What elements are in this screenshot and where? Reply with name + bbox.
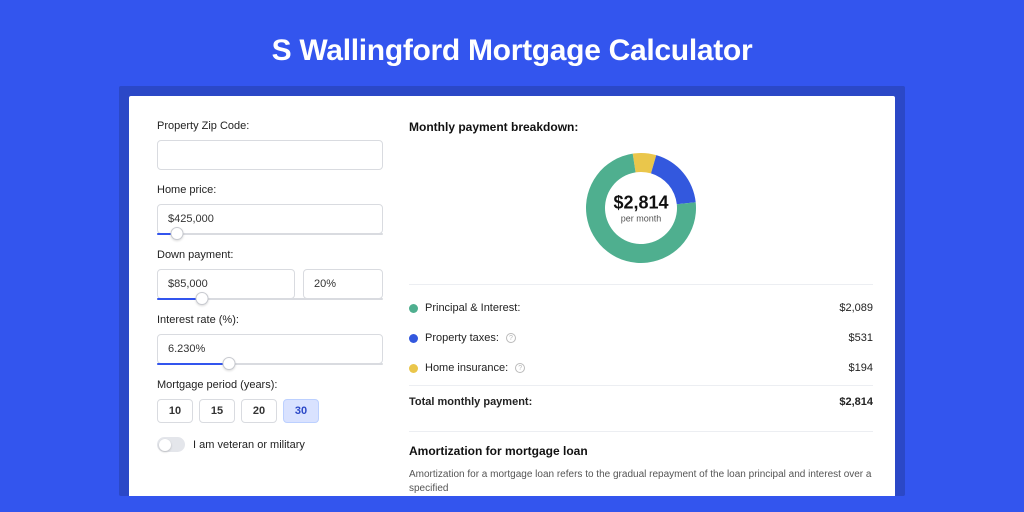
legend-dot (409, 304, 418, 313)
period-button-10[interactable]: 10 (157, 399, 193, 423)
period-row: 10152030 (157, 399, 383, 423)
info-icon[interactable]: ? (515, 363, 525, 373)
legend-row: Home insurance:? $194 (409, 353, 873, 383)
interest-slider-fill (157, 363, 229, 365)
interest-slider-thumb[interactable] (223, 357, 236, 370)
legend-total-label: Total monthly payment: (409, 396, 532, 408)
inputs-column: Property Zip Code: Home price: Down paym… (129, 106, 405, 496)
interest-slider[interactable] (157, 363, 383, 365)
page-title: S Wallingford Mortgage Calculator (0, 0, 1024, 86)
legend-label: Principal & Interest: (425, 302, 520, 314)
legend-label: Home insurance: (425, 362, 508, 374)
period-button-30[interactable]: 30 (283, 399, 319, 423)
down-payment-slider-thumb[interactable] (196, 292, 209, 305)
donut-chart: $2,814 per month (409, 148, 873, 268)
breakdown-column: Monthly payment breakdown: $2,814 per mo… (405, 106, 895, 496)
donut-amount: $2,814 (613, 193, 668, 214)
veteran-row: I am veteran or military (157, 437, 383, 452)
interest-input[interactable] (157, 334, 383, 364)
veteran-toggle[interactable] (157, 437, 185, 452)
amortization-title: Amortization for mortgage loan (409, 444, 873, 458)
amortization-section: Amortization for mortgage loan Amortizat… (409, 431, 873, 496)
card-outer: Property Zip Code: Home price: Down paym… (119, 86, 905, 496)
legend-dot (409, 364, 418, 373)
legend-value: $531 (849, 332, 873, 344)
down-payment-field: Down payment: (157, 249, 383, 300)
legend-value: $194 (849, 362, 873, 374)
period-button-15[interactable]: 15 (199, 399, 235, 423)
home-price-label: Home price: (157, 184, 383, 196)
legend-total-row: Total monthly payment: $2,814 (409, 385, 873, 417)
veteran-label: I am veteran or military (193, 439, 305, 451)
period-label: Mortgage period (years): (157, 379, 383, 391)
amortization-body: Amortization for a mortgage loan refers … (409, 468, 873, 496)
period-button-20[interactable]: 20 (241, 399, 277, 423)
breakdown-title: Monthly payment breakdown: (409, 120, 873, 134)
legend-dot (409, 334, 418, 343)
legend-total-value: $2,814 (839, 396, 873, 408)
calculator-card: Property Zip Code: Home price: Down paym… (129, 96, 895, 496)
legend-value: $2,089 (839, 302, 873, 314)
home-price-slider-thumb[interactable] (171, 227, 184, 240)
legend-label: Property taxes: (425, 332, 499, 344)
legend: Principal & Interest: $2,089 Property taxe… (409, 284, 873, 417)
zip-field: Property Zip Code: (157, 120, 383, 170)
legend-row: Property taxes:? $531 (409, 323, 873, 353)
down-payment-label: Down payment: (157, 249, 383, 261)
veteran-toggle-knob (159, 439, 171, 451)
info-icon[interactable]: ? (506, 333, 516, 343)
zip-input[interactable] (157, 140, 383, 170)
home-price-input[interactable] (157, 204, 383, 234)
down-payment-slider[interactable] (157, 298, 383, 300)
period-field: Mortgage period (years): 10152030 (157, 379, 383, 423)
interest-field: Interest rate (%): (157, 314, 383, 365)
home-price-field: Home price: (157, 184, 383, 235)
legend-row: Principal & Interest: $2,089 (409, 293, 873, 323)
down-payment-pct-input[interactable] (303, 269, 383, 299)
donut-center: $2,814 per month (613, 193, 668, 224)
interest-label: Interest rate (%): (157, 314, 383, 326)
home-price-slider[interactable] (157, 233, 383, 235)
zip-label: Property Zip Code: (157, 120, 383, 132)
donut-sub: per month (613, 214, 668, 224)
down-payment-input[interactable] (157, 269, 295, 299)
